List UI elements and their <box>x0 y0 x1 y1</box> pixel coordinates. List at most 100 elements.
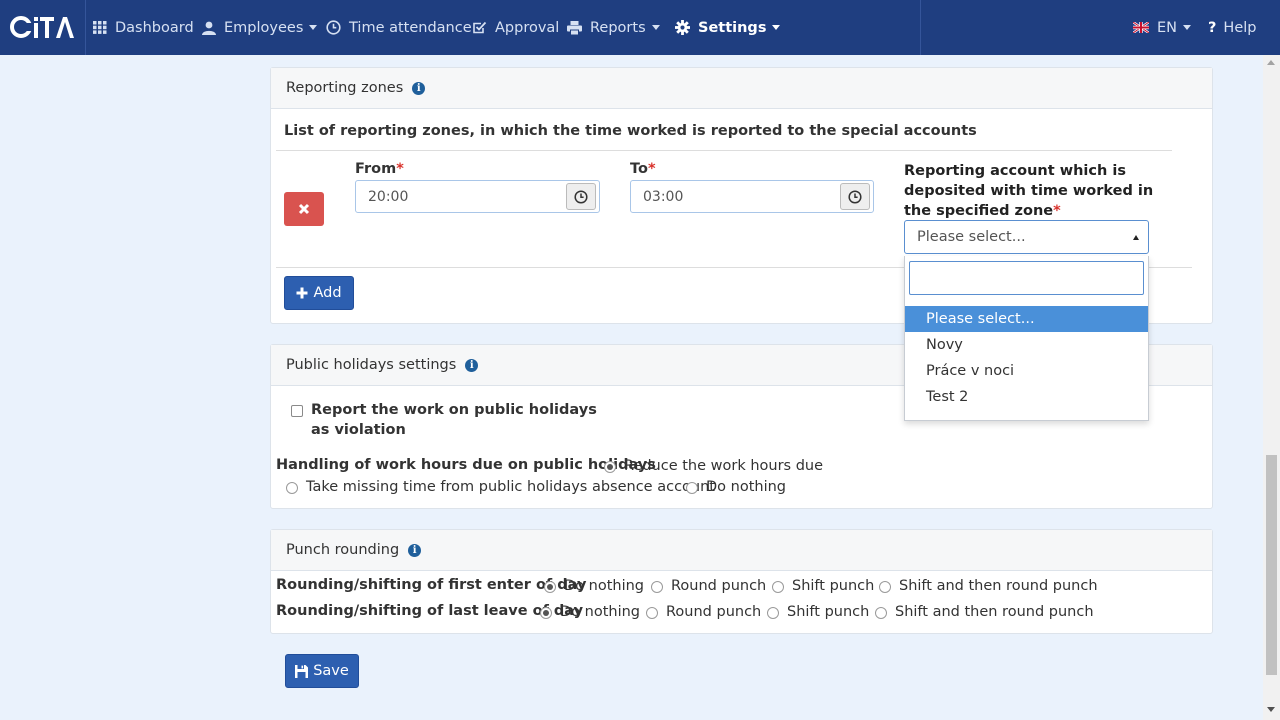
first-enter-label: Rounding/shifting of first enter of day <box>276 577 587 593</box>
dropdown-option[interactable]: Práce v noci <box>905 358 1148 384</box>
last-radio-shift-round[interactable] <box>875 607 887 619</box>
clock-icon <box>326 20 341 35</box>
nav-dashboard[interactable]: Dashboard <box>93 0 194 55</box>
grid-icon <box>93 21 107 34</box>
punch-rounding-title: Punch rounding <box>286 542 400 558</box>
user-icon <box>202 21 216 35</box>
nav-employees[interactable]: Employees <box>202 0 318 55</box>
dropdown-option[interactable]: Test 2 <box>905 384 1148 410</box>
nav-approval-label: Approval <box>495 19 560 36</box>
nav-time-attendance[interactable]: Time attendance <box>326 0 472 55</box>
last-shift-round-label: Shift and then round punch <box>895 604 1094 620</box>
divider <box>276 267 904 268</box>
public-holidays-title: Public holidays settings <box>286 357 457 373</box>
info-icon[interactable]: i <box>465 358 479 372</box>
nav-employees-label: Employees <box>224 19 304 36</box>
clock-icon <box>848 189 862 204</box>
first-radio-round-punch[interactable] <box>651 581 663 593</box>
top-navbar: Dashboard Employees Time attendance Appr… <box>0 0 1280 55</box>
help-label: Help <box>1223 19 1257 36</box>
nav-settings[interactable]: Settings <box>675 0 781 55</box>
print-icon <box>567 20 582 35</box>
last-shift-punch-label: Shift punch <box>787 604 870 620</box>
close-icon <box>298 203 310 215</box>
save-label: Save <box>313 663 349 679</box>
first-shift-round-label: Shift and then round punch <box>899 578 1098 594</box>
do-nothing-label: Do nothing <box>706 479 787 495</box>
chevron-up-icon <box>1133 235 1139 240</box>
nav-reports[interactable]: Reports <box>567 0 660 55</box>
floppy-disk-icon <box>295 664 309 678</box>
checkbox-icon <box>473 21 487 34</box>
add-zone-button[interactable]: Add <box>284 276 354 310</box>
last-round-punch-label: Round punch <box>666 604 762 620</box>
from-time-value: 20:00 <box>368 188 409 205</box>
scrollbar-thumb[interactable] <box>1266 455 1277 675</box>
remove-zone-button[interactable] <box>284 192 324 226</box>
punch-rounding-heading: Punch rounding i <box>271 530 1212 571</box>
dropdown-search-input[interactable] <box>909 261 1144 295</box>
scroll-up-arrow-icon[interactable] <box>1267 60 1275 65</box>
last-do-nothing-label: Do nothing <box>560 604 641 620</box>
navbar-divider <box>920 0 921 55</box>
scroll-down-arrow-icon[interactable] <box>1267 707 1275 712</box>
reporting-zones-heading: Reporting zones i <box>271 68 1212 109</box>
nav-settings-label: Settings <box>698 19 767 36</box>
dropdown-option[interactable]: Novy <box>905 332 1148 358</box>
chevron-down-icon <box>309 25 318 30</box>
from-time-input[interactable]: 20:00 <box>355 180 600 213</box>
reporting-zones-subtitle: List of reporting zones, in which the ti… <box>284 123 977 139</box>
question-icon: ? <box>1208 19 1217 36</box>
nav-approval[interactable]: Approval <box>472 0 559 55</box>
page-scrollbar[interactable] <box>1263 55 1280 720</box>
ita-logo[interactable] <box>10 14 76 40</box>
first-radio-shift-round[interactable] <box>879 581 891 593</box>
from-time-picker-button[interactable] <box>566 183 596 210</box>
nav-reports-label: Reports <box>590 19 646 36</box>
reduce-hours-label: Reduce the work hours due <box>624 458 824 474</box>
to-time-picker-button[interactable] <box>840 183 870 210</box>
account-label: Reporting account which is deposited wit… <box>904 163 1154 219</box>
last-radio-shift-punch[interactable] <box>767 607 779 619</box>
take-missing-time-label: Take missing time from public holidays a… <box>306 479 715 495</box>
to-time-value: 03:00 <box>643 188 684 205</box>
account-dropdown: Please select... Novy Práce v noci Test … <box>904 256 1149 421</box>
info-icon[interactable]: i <box>412 81 426 95</box>
gear-icon <box>675 20 690 35</box>
language-label: EN <box>1157 19 1178 36</box>
to-time-input[interactable]: 03:00 <box>630 180 874 213</box>
last-radio-round-punch[interactable] <box>646 607 658 619</box>
first-shift-punch-label: Shift punch <box>792 578 875 594</box>
divider <box>1149 267 1192 268</box>
save-button[interactable]: Save <box>285 654 359 688</box>
chevron-down-icon <box>651 25 660 30</box>
chevron-down-icon <box>1183 25 1192 30</box>
help-link[interactable]: ? Help <box>1208 0 1256 55</box>
last-radio-do-nothing[interactable] <box>540 607 552 619</box>
first-round-punch-label: Round punch <box>671 578 767 594</box>
dropdown-option[interactable]: Please select... <box>905 306 1148 332</box>
nav-dashboard-label: Dashboard <box>115 19 194 36</box>
first-radio-do-nothing[interactable] <box>544 581 556 593</box>
add-zone-label: Add <box>313 285 342 301</box>
uk-flag-icon <box>1133 22 1149 33</box>
violation-label-line1: Report the work on public holidays <box>311 402 597 418</box>
first-do-nothing-label: Do nothing <box>564 578 645 594</box>
last-leave-label: Rounding/shifting of last leave of day <box>276 603 584 619</box>
radio-reduce-hours[interactable] <box>604 461 616 473</box>
nav-time-attendance-label: Time attendance <box>349 19 472 36</box>
account-select-value: Please select... <box>917 229 1026 245</box>
first-radio-shift-punch[interactable] <box>772 581 784 593</box>
language-selector[interactable]: EN <box>1133 0 1192 55</box>
plus-icon <box>296 287 308 299</box>
reporting-zones-title: Reporting zones <box>286 80 404 96</box>
from-label: From* <box>355 161 404 177</box>
radio-take-missing-time[interactable] <box>286 482 298 494</box>
info-icon[interactable]: i <box>408 543 422 557</box>
violation-label-line2: as violation <box>311 422 406 438</box>
navbar-divider <box>85 0 86 55</box>
account-select[interactable]: Please select... <box>904 220 1149 254</box>
violation-checkbox[interactable] <box>291 405 303 417</box>
radio-do-nothing[interactable] <box>686 482 698 494</box>
divider <box>276 150 1172 151</box>
